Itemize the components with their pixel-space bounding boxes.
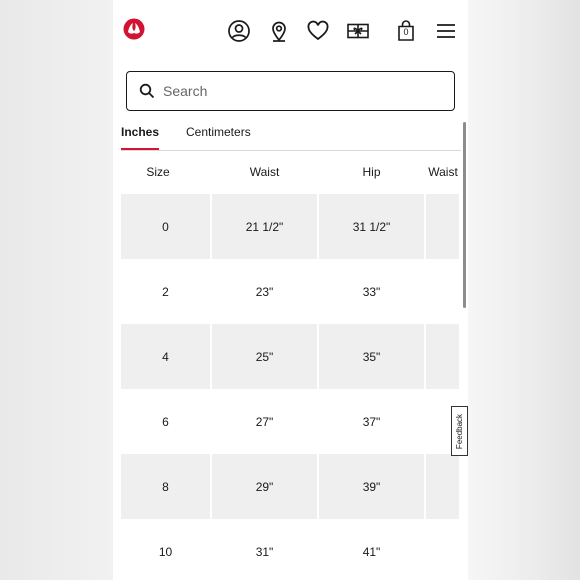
waist-cell: 31"	[255, 544, 274, 559]
size-cell: 10	[158, 544, 173, 559]
column-header: Waist	[249, 165, 280, 179]
tab-centimeters[interactable]: Centimeters	[186, 125, 251, 148]
table-row: 8 29" 39"	[121, 454, 461, 519]
account-icon[interactable]	[227, 19, 251, 43]
waist-cell-2	[426, 194, 459, 259]
column-header: Waist	[428, 165, 458, 179]
waist-cell: 21 1/2"	[212, 194, 317, 259]
table-row: 0 21 1/2" 31 1/2"	[121, 194, 461, 259]
wishlist-heart-icon[interactable]	[306, 19, 330, 43]
size-cell: 6	[162, 414, 169, 429]
tab-inches[interactable]: Inches	[121, 125, 160, 150]
background-right	[468, 0, 580, 580]
size-cell: 8	[121, 454, 210, 519]
scrollbar[interactable]	[463, 122, 466, 308]
waist-cell-2	[426, 519, 459, 580]
waist-cell: 29"	[212, 454, 317, 519]
search-input[interactable]	[161, 76, 445, 106]
cart-count: 0	[403, 27, 409, 37]
waist-cell: 25"	[212, 324, 317, 389]
mobile-page: 0 Inches Centimeters Size Waist Hip Wais…	[113, 0, 468, 580]
waist-cell-2	[426, 454, 459, 519]
hip-cell: 37"	[362, 414, 381, 429]
site-header: 0	[113, 0, 468, 62]
hip-cell: 39"	[319, 454, 424, 519]
hip-cell: 33"	[362, 284, 381, 299]
unit-tabs: Inches Centimeters	[121, 118, 461, 151]
feedback-label: Feedback	[455, 413, 465, 449]
table-row: 4 25" 35"	[121, 324, 461, 389]
column-header: Size	[146, 165, 170, 179]
hip-cell: 41"	[362, 544, 381, 559]
background-left	[0, 0, 113, 580]
search-icon	[139, 83, 155, 99]
hip-cell: 35"	[319, 324, 424, 389]
search-bar[interactable]	[126, 71, 455, 111]
gift-card-icon[interactable]	[346, 19, 370, 43]
store-locator-icon[interactable]	[267, 19, 291, 43]
size-cell: 0	[121, 194, 210, 259]
hamburger-menu-icon[interactable]	[434, 19, 458, 43]
size-chart-table: Size Waist Hip Waist 0 21 1/2" 31 1/2" 2…	[121, 150, 461, 580]
waist-cell-2	[426, 324, 459, 389]
size-cell: 4	[121, 324, 210, 389]
size-cell: 2	[162, 284, 169, 299]
waist-cell: 27"	[255, 414, 274, 429]
lululemon-logo[interactable]	[123, 18, 145, 40]
waist-cell: 23"	[255, 284, 274, 299]
feedback-button[interactable]: Feedback	[451, 406, 468, 456]
table-row: 10 31" 41"	[121, 519, 461, 580]
table-row: 2 23" 33"	[121, 259, 461, 324]
hip-cell: 31 1/2"	[319, 194, 424, 259]
column-header: Hip	[362, 165, 381, 179]
waist-cell-2	[426, 259, 459, 324]
table-row: 6 27" 37"	[121, 389, 461, 454]
